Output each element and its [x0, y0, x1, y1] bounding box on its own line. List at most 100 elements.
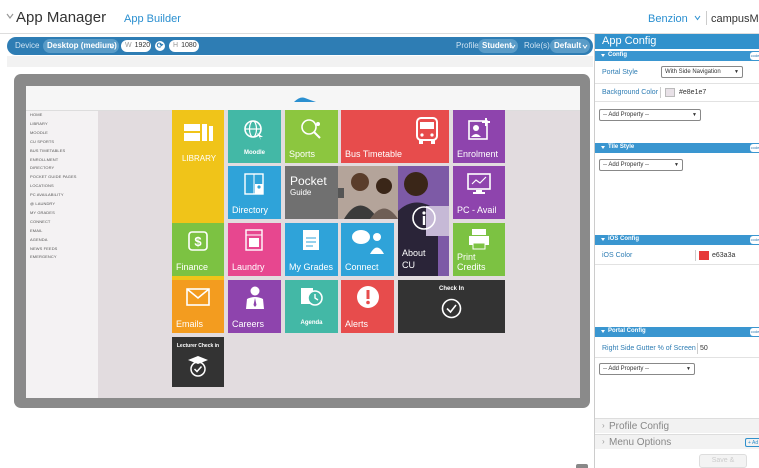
- chevron-down-icon[interactable]: [6, 12, 14, 20]
- save-button[interactable]: Save &: [699, 454, 747, 468]
- ios-color-swatch[interactable]: [699, 251, 709, 260]
- chevron-down-icon[interactable]: [582, 44, 588, 49]
- gutter-value[interactable]: 50: [700, 345, 708, 352]
- config-section-header[interactable]: Config code: [595, 51, 759, 61]
- code-button[interactable]: code: [750, 236, 759, 244]
- grades-icon: [303, 230, 319, 250]
- tile-agenda[interactable]: Agenda: [285, 280, 338, 333]
- nav-item[interactable]: POCKET GUIDE PAGES: [30, 174, 77, 179]
- swap-icon[interactable]: ⟳: [155, 41, 165, 51]
- tile-laundry[interactable]: Laundry: [228, 223, 281, 276]
- nav-item[interactable]: BUS TIMETABLES: [30, 148, 65, 153]
- tile-sports[interactable]: Sports: [285, 110, 338, 163]
- tile-style-add-property-select[interactable]: -- Add Property -- ▼: [599, 159, 683, 171]
- code-button[interactable]: code: [750, 144, 759, 152]
- portal-add-property-select[interactable]: -- Add Property -- ▼: [599, 363, 695, 375]
- bg-color-swatch[interactable]: [665, 88, 675, 97]
- caret-right-icon: ›: [602, 437, 605, 446]
- nav-item[interactable]: CONNECT: [30, 219, 50, 224]
- tile-style-section-header[interactable]: Tile Style code: [595, 143, 759, 153]
- campus-name[interactable]: campusM: [711, 13, 759, 25]
- panel-header: App Config: [595, 34, 759, 49]
- tile-pocket-guide[interactable]: Pocket Guide: [285, 166, 338, 219]
- nav-item[interactable]: AGENDA: [30, 237, 48, 242]
- ios-config-section-header[interactable]: iOS Config code: [595, 235, 759, 245]
- nav-item[interactable]: ENROLLMENT: [30, 157, 58, 162]
- tile-emails[interactable]: Emails: [172, 280, 224, 333]
- tile-alerts[interactable]: Alerts: [341, 280, 394, 333]
- nav-item[interactable]: @ LAUNDRY: [30, 201, 55, 206]
- tile-bus-timetable[interactable]: Bus Timetable: [341, 110, 449, 163]
- printer-icon: [469, 229, 489, 250]
- tile-enrolment[interactable]: Enrolment: [453, 110, 505, 163]
- divider: [595, 83, 759, 84]
- tile-connect[interactable]: Connect: [341, 223, 394, 276]
- config-add-property-select[interactable]: -- Add Property -- ▼: [599, 109, 701, 121]
- tile-print-credits[interactable]: Print Credits: [453, 223, 505, 276]
- portal-style-select[interactable]: With Side Navigation ▼: [661, 66, 743, 78]
- caret-down-icon: [601, 54, 605, 57]
- tile-careers[interactable]: Careers: [228, 280, 281, 333]
- device-label: Device: [15, 41, 40, 50]
- nav-item[interactable]: MY GRADES: [30, 210, 55, 215]
- tile-pc-avail[interactable]: PC - Avail: [453, 166, 505, 219]
- caret-right-icon: ›: [602, 421, 605, 430]
- nav-item[interactable]: EMAIL: [30, 228, 43, 233]
- tile-my-grades[interactable]: My Grades: [285, 223, 338, 276]
- info-icon: [412, 206, 436, 230]
- chevron-down-icon[interactable]: [510, 44, 516, 49]
- device-toolbar: Device Desktop (medium) W 1920 ⟳ H 1080 Pr…: [7, 37, 593, 55]
- chevron-down-icon[interactable]: [109, 44, 115, 49]
- roles-label: Role(s): [524, 41, 550, 50]
- app-builder-link[interactable]: App Builder: [124, 13, 181, 25]
- height-input[interactable]: H 1080: [169, 40, 199, 52]
- ios-color-value[interactable]: e63a3a: [712, 252, 735, 259]
- divider: [595, 264, 759, 265]
- tile-finance[interactable]: $ Finance: [172, 223, 224, 276]
- side-navigation: HOME LIBRARY MOODLE CU SPORTS BUS TIMETABLES…: [26, 111, 98, 398]
- chat-icon[interactable]: [576, 464, 588, 468]
- envelope-icon: [186, 288, 210, 306]
- nav-item[interactable]: PC AVAILABILITY: [30, 192, 64, 197]
- nav-item[interactable]: NEWS FEEDS: [30, 246, 57, 251]
- code-button[interactable]: code: [750, 52, 759, 60]
- tile-lecturer-check-in[interactable]: Lecturer Check in: [172, 337, 224, 387]
- roles-value[interactable]: Default: [554, 41, 581, 50]
- nav-item[interactable]: DIRECTORY: [30, 165, 54, 170]
- bg-color-value[interactable]: #e8e1e7: [679, 89, 706, 96]
- alert-icon: [357, 286, 379, 308]
- caret-down-icon: ▼: [734, 69, 739, 75]
- tile-directory[interactable]: Directory: [228, 166, 281, 219]
- businessman-icon: [246, 286, 264, 309]
- app-manager-window: App Manager App Builder Benzion campusM …: [0, 0, 759, 468]
- calendar-clock-icon: [301, 288, 323, 306]
- user-menu[interactable]: Benzion: [648, 13, 688, 25]
- menu-options-section[interactable]: › Menu Options + Ad: [595, 434, 759, 449]
- app-title: App Manager: [16, 9, 107, 26]
- app-config-panel: App Config Config code Portal Style With…: [594, 34, 759, 468]
- ios-color-label: iOS Color: [602, 252, 633, 259]
- nav-item[interactable]: MOODLE: [30, 130, 48, 135]
- chevron-down-icon[interactable]: [694, 15, 701, 21]
- code-button[interactable]: code: [750, 328, 759, 336]
- caret-down-icon: [601, 146, 605, 149]
- washing-machine-icon: [245, 229, 263, 251]
- divider: [595, 357, 759, 358]
- profile-value[interactable]: Student: [482, 41, 512, 50]
- nav-item[interactable]: LOCATIONS: [30, 183, 54, 188]
- tile-moodle[interactable]: Moodle: [228, 110, 281, 163]
- tile-check-in[interactable]: Check In: [398, 280, 505, 333]
- globe-icon: [244, 120, 263, 140]
- nav-item[interactable]: HOME: [30, 112, 42, 117]
- add-menu-option-button[interactable]: + Ad: [745, 438, 759, 447]
- nav-item[interactable]: LIBRARY: [30, 121, 48, 126]
- width-input[interactable]: W 1920: [121, 40, 151, 52]
- device-value[interactable]: Desktop (medium): [47, 41, 117, 50]
- profile-config-section[interactable]: › Profile Config: [595, 418, 759, 433]
- portal-config-section-header[interactable]: Portal Config code: [595, 327, 759, 337]
- divider: [695, 250, 696, 261]
- portal-style-label: Portal Style: [602, 69, 638, 76]
- nav-item[interactable]: EMERGENCY: [30, 254, 57, 259]
- nav-item[interactable]: CU SPORTS: [30, 139, 54, 144]
- tile-about-cu[interactable]: About CU: [398, 166, 449, 276]
